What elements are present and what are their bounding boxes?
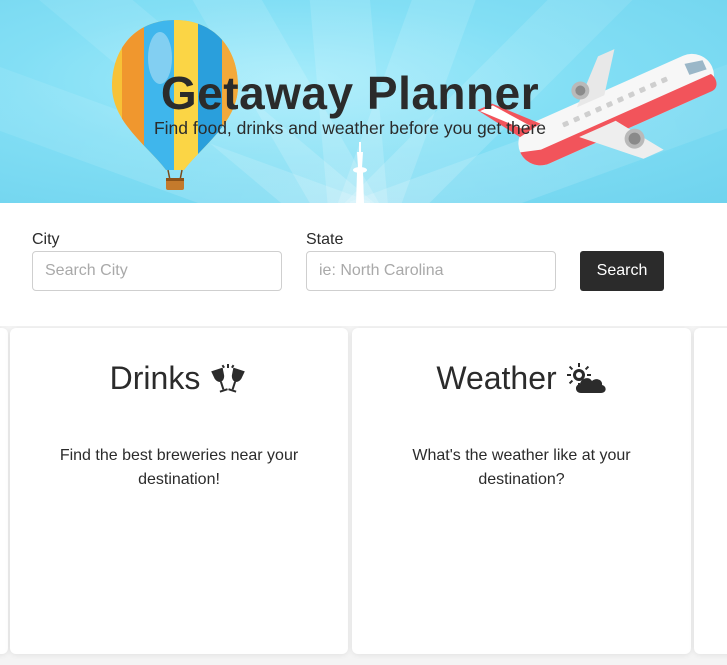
page-subtitle: Find food, drinks and weather before you… xyxy=(153,118,547,138)
drinks-card-title: Drinks xyxy=(109,360,201,396)
state-input[interactable] xyxy=(306,251,556,291)
weather-card-description: What's the weather like at your destinat… xyxy=(412,447,631,488)
page-title: Getaway Planner xyxy=(160,67,540,119)
drinks-card-description: Find the best breweries near your destin… xyxy=(59,447,299,488)
city-input[interactable] xyxy=(32,251,282,291)
weather-card-title: Weather xyxy=(436,360,557,396)
hero-banner: Getaway Planner Find food, drinks and we… xyxy=(0,0,727,203)
sun-behind-cloud-icon xyxy=(565,362,607,395)
clinking-glasses-icon xyxy=(208,363,248,395)
card-offscreen-right xyxy=(694,328,727,654)
weather-card-heading: Weather xyxy=(352,360,691,397)
tower-icon xyxy=(353,142,367,203)
city-label: City xyxy=(32,231,60,248)
search-form: City State Search xyxy=(0,203,727,326)
drinks-card: Drinks Find the best breweries near your… xyxy=(10,328,348,654)
state-label: State xyxy=(306,231,344,248)
card-offscreen-left xyxy=(0,328,8,654)
drinks-card-heading: Drinks xyxy=(10,360,348,397)
feature-cards: Drinks Find the best breweries near your… xyxy=(0,326,727,665)
search-button[interactable]: Search xyxy=(580,251,664,291)
weather-card: Weather What's the weather like at your … xyxy=(352,328,691,654)
